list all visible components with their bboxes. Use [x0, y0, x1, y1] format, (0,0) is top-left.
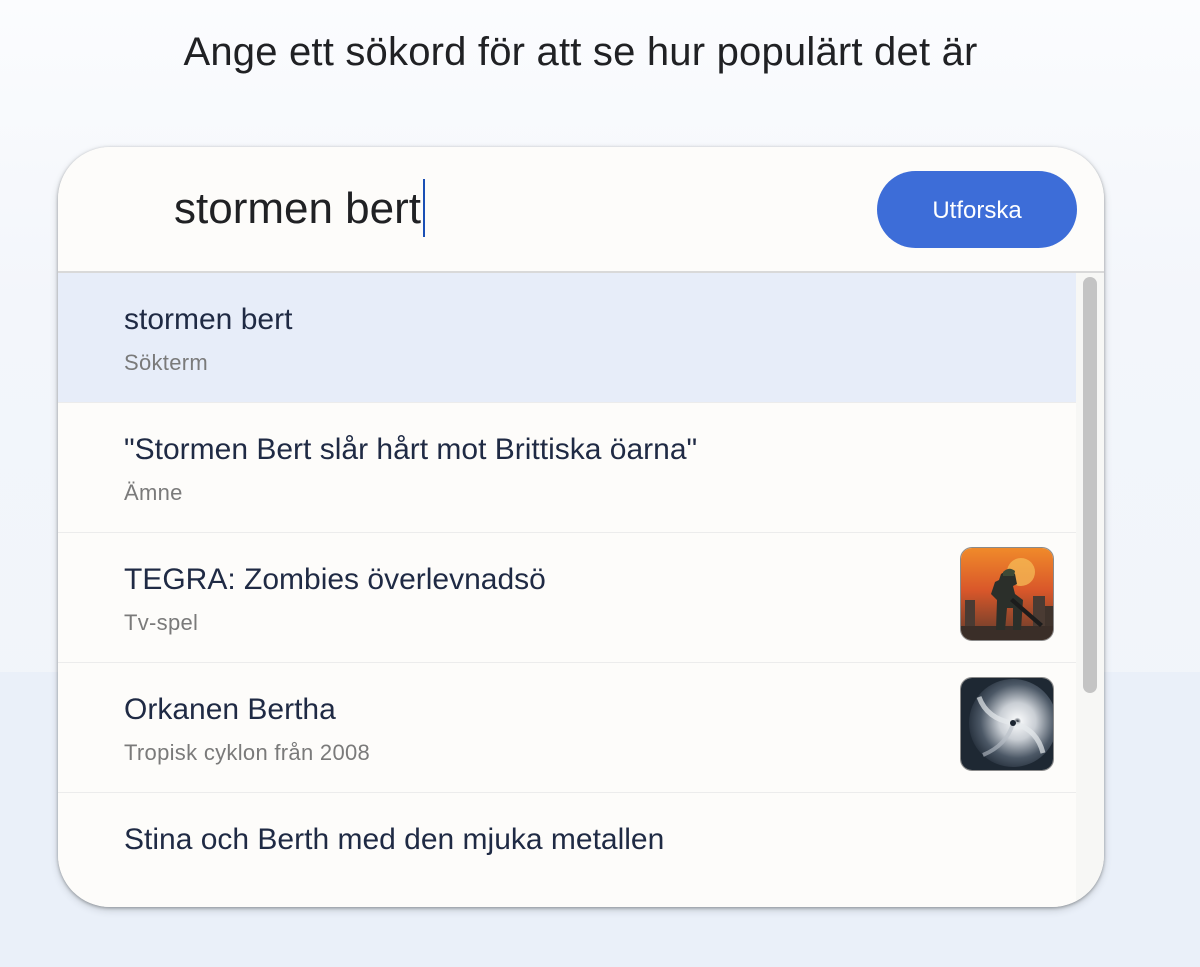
suggestion-type: Sökterm — [124, 350, 209, 375]
suggestion-item-stina-och-berth[interactable]: Stina och Berth med den mjuka metallen — [58, 793, 1076, 859]
suggestion-title: Orkanen Bertha — [124, 693, 336, 726]
scrollbar-thumb[interactable] — [1083, 277, 1097, 693]
search-input-text: stormen bert — [174, 184, 421, 233]
search-input[interactable]: stormen bert — [174, 177, 425, 241]
game-cover-thumbnail — [960, 547, 1054, 641]
card-bottom-padding — [58, 859, 1076, 907]
suggestion-list: stormen bert Sökterm "Stormen Bert slår … — [58, 273, 1076, 859]
suggestion-item-tegra[interactable]: TEGRA: Zombies överlevnadsö Tv-spel — [58, 533, 1076, 663]
suggestion-title: TEGRA: Zombies överlevnadsö — [124, 563, 546, 596]
suggestion-item-orkanen-bertha[interactable]: Orkanen Bertha Tropisk cyklon från 2008 — [58, 663, 1076, 793]
suggestion-type: Ämne — [124, 480, 183, 505]
hurricane-satellite-thumbnail — [960, 677, 1054, 771]
suggestion-item-stormen-bert[interactable]: stormen bert Sökterm — [58, 273, 1076, 403]
suggestion-title: "Stormen Bert slår hårt mot Brittiska öa… — [124, 433, 698, 466]
suggestion-title: stormen bert — [124, 303, 293, 336]
search-bar: stormen bert Utforska — [58, 147, 1104, 271]
text-caret — [422, 179, 425, 238]
explore-button[interactable]: Utforska — [877, 171, 1077, 248]
search-card: stormen bert Utforska stormen bert Sökte… — [58, 147, 1104, 907]
suggestion-type: Tv-spel — [124, 610, 199, 635]
suggestion-title: Stina och Berth med den mjuka metallen — [124, 823, 665, 856]
page-title: Ange ett sökord för att se hur populärt … — [183, 30, 978, 74]
suggestion-scrollbar[interactable] — [1076, 273, 1104, 907]
suggestion-type: Tropisk cyklon från 2008 — [124, 740, 371, 765]
suggestion-item-topic[interactable]: "Stormen Bert slår hårt mot Brittiska öa… — [58, 403, 1076, 533]
